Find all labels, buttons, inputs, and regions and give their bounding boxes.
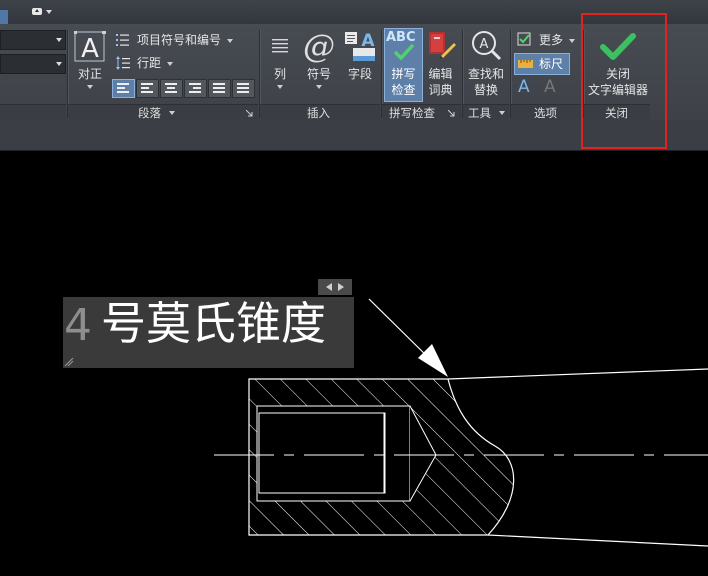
chevron-down-icon [56,62,62,66]
columns-label: 列 [273,67,286,81]
find-replace-label-2: 替换 [473,83,498,97]
chevron-down-icon [169,111,175,115]
chevron-down-icon [569,39,575,43]
spell-panel-footer[interactable]: 拼写检查 [382,104,461,121]
align-default-button[interactable] [112,79,135,98]
justify-align-button[interactable] [208,79,231,98]
svg-text:A: A [81,34,99,63]
chevron-down-icon [87,85,93,89]
font-combo[interactable] [0,54,66,74]
highlight-annotation [581,13,667,149]
field-icon: A [345,31,375,61]
insert-panel-label: 插入 [307,106,330,120]
align-left-button[interactable] [136,79,159,98]
lowercase-icon[interactable]: A [544,78,562,96]
find-magnifier-icon: A [472,31,502,61]
arrow-left-icon [326,283,332,291]
check-icon [393,43,415,61]
active-tab-indicator [0,10,8,24]
chevron-down-icon [56,38,62,42]
ruler-icon [518,60,533,68]
justify-icon: A [74,31,106,63]
chevron-down-icon [277,85,283,89]
mtext-content[interactable]: 号莫氏锥度 [101,296,326,352]
tools-panel-footer[interactable]: 工具 [463,104,509,121]
paragraph-panel-footer[interactable]: 段落 [68,104,258,121]
resize-grip-icon[interactable] [64,357,74,367]
column-resize-handle[interactable] [318,279,352,295]
align-center-button[interactable] [160,79,183,98]
quick-access-menu-button[interactable] [30,6,54,18]
distribute-align-button[interactable] [232,79,255,98]
symbol-label: 符号 [306,67,331,81]
edit-dictionary-label-2: 词典 [428,83,453,97]
options-panel-footer: 选项 [511,104,582,121]
bullets-numbering-label: 项目符号和编号 [137,33,222,47]
cone-part [248,368,708,547]
tools-panel-label: 工具 [468,106,491,120]
paragraph-panel-label: 段落 [138,106,161,120]
more-label: 更多 [539,33,564,47]
checkbox-icon [517,32,531,46]
spell-check-button[interactable]: ABC 拼写 检查 [384,28,423,102]
uppercase-icon[interactable]: A [518,78,536,96]
style-panel-footer [0,104,66,121]
line-spacing-icon [116,56,130,70]
insert-panel-footer: 插入 [260,104,380,121]
find-replace-label-1: 查找和 [467,67,504,81]
spell-check-label-1: 拼写 [391,67,416,81]
spell-check-label-2: 检查 [391,83,416,97]
chevron-down-icon [499,111,505,115]
ruler-toggle[interactable]: 标尺 [514,53,570,75]
spell-panel-label: 拼写检查 [389,106,435,120]
arrow-right-icon [338,283,344,291]
edit-dictionary-label-1: 编辑 [428,67,453,81]
dialog-launcher-icon[interactable] [448,110,455,117]
chevron-down-icon [167,62,173,66]
chevron-down-icon [227,39,233,43]
field-label: 字段 [347,67,372,81]
options-panel-label: 选项 [534,106,557,120]
selected-character: 4 [64,300,92,351]
at-symbol-icon: @ [303,27,335,65]
line-spacing-label: 行距 [137,56,162,70]
svg-text:A: A [480,37,489,52]
chevron-down-icon [46,10,52,14]
dictionary-icon [429,32,456,59]
align-right-button[interactable] [184,79,207,98]
columns-icon [272,39,288,53]
justify-label: 对正 [77,67,102,81]
eject-icon [32,8,42,15]
dialog-launcher-icon[interactable] [246,110,253,117]
bullet-list-icon [116,34,129,46]
ruler-label: 标尺 [539,57,564,71]
chevron-down-icon [316,85,322,89]
leader-arrow [368,298,448,377]
text-style-combo[interactable] [0,30,66,50]
